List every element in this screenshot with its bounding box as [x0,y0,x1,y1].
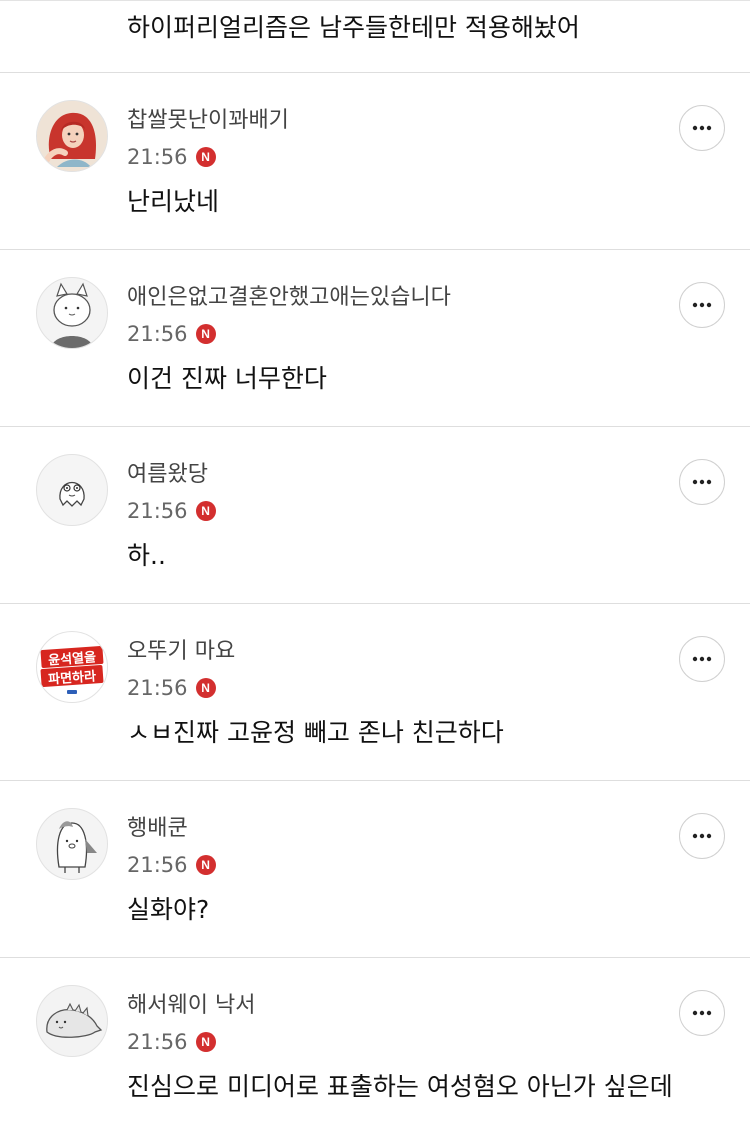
slogan-sticker-icon[interactable]: 윤석열을 파면하라 [36,631,108,703]
more-dots-icon [692,302,712,308]
comment-item: 해서웨이 낙서 21:56 N 진심으로 미디어로 표출하는 여성혐오 아닌가 … [0,957,750,1134]
more-dots-icon [692,125,712,131]
comment-meta: 21:56 N [127,673,216,703]
comment-text: ㅅㅂ진짜 고윤정 빼고 존나 친근하다 [127,718,504,747]
comment-meta: 21:56 N [127,496,216,526]
comment-text: 실화야? [127,895,210,924]
comment-nickname[interactable]: 오뚜기 마요 [127,637,235,667]
new-badge-icon: N [195,1032,216,1052]
new-badge-icon: N [195,855,216,875]
comment-meta: 21:56 N [127,850,216,880]
comment-time: 21:56 [127,499,188,523]
comment-nickname[interactable]: 애인은없고결혼안했고애는있습니다 [127,283,451,313]
more-options-button[interactable] [679,990,725,1036]
comment-meta: 21:56 N [127,319,216,349]
more-options-button[interactable] [679,813,725,859]
more-dots-icon [692,833,712,839]
comment-text: 진심으로 미디어로 표출하는 여성혐오 아닌가 싶은데 [127,1072,673,1101]
comment-item: 애인은없고결혼안했고애는있습니다 21:56 N 이건 진짜 너무한다 [0,249,750,426]
comment-item: 윤석열을 파면하라 오뚜기 마요 21:56 N ㅅㅂ진짜 고윤정 빼고 존나 … [0,603,750,780]
comment-text: 이건 진짜 너무한다 [127,364,327,393]
comment-time: 21:56 [127,145,188,169]
comment-item: 행배쿤 21:56 N 실화야? [0,780,750,957]
comment-nickname[interactable]: 해서웨이 낙서 [127,991,255,1021]
comment-time: 21:56 [127,853,188,877]
more-dots-icon [692,656,712,662]
more-dots-icon [692,1010,712,1016]
dinosaur-character-icon[interactable] [36,985,108,1057]
more-options-button[interactable] [679,636,725,682]
slogan-line-1: 윤석열을 [48,649,97,668]
comment-nickname[interactable]: 여름왔당 [127,460,208,490]
mermaid-character-icon[interactable] [36,100,108,172]
more-dots-icon [692,479,712,485]
comment-meta: 21:56 N [127,142,216,172]
top-divider [0,0,750,1]
previous-comment-text: 하이퍼리얼리즘은 남주들한테만 적용해놨어 [127,13,580,42]
more-options-button[interactable] [679,282,725,328]
comment-nickname[interactable]: 찹쌀못난이꽈배기 [127,106,289,136]
comment-time: 21:56 [127,676,188,700]
ghost-character-icon[interactable] [36,454,108,526]
more-options-button[interactable] [679,459,725,505]
new-badge-icon: N [195,678,216,698]
comment-text: 난리났네 [127,187,220,216]
cat-character-icon[interactable] [36,277,108,349]
new-badge-icon: N [195,147,216,167]
comment-item: 여름왔당 21:56 N 하.. [0,426,750,603]
slogan-line-2: 파면하라 [48,668,97,687]
more-options-button[interactable] [679,105,725,151]
comment-nickname[interactable]: 행배쿤 [127,814,188,844]
comment-meta: 21:56 N [127,1027,216,1057]
penguin-character-icon[interactable] [36,808,108,880]
comment-text: 하.. [127,541,166,570]
comment-time: 21:56 [127,322,188,346]
new-badge-icon: N [195,324,216,344]
comment-time: 21:56 [127,1030,188,1054]
comment-item: 찹쌀못난이꽈배기 21:56 N 난리났네 [0,72,750,249]
new-badge-icon: N [195,501,216,521]
